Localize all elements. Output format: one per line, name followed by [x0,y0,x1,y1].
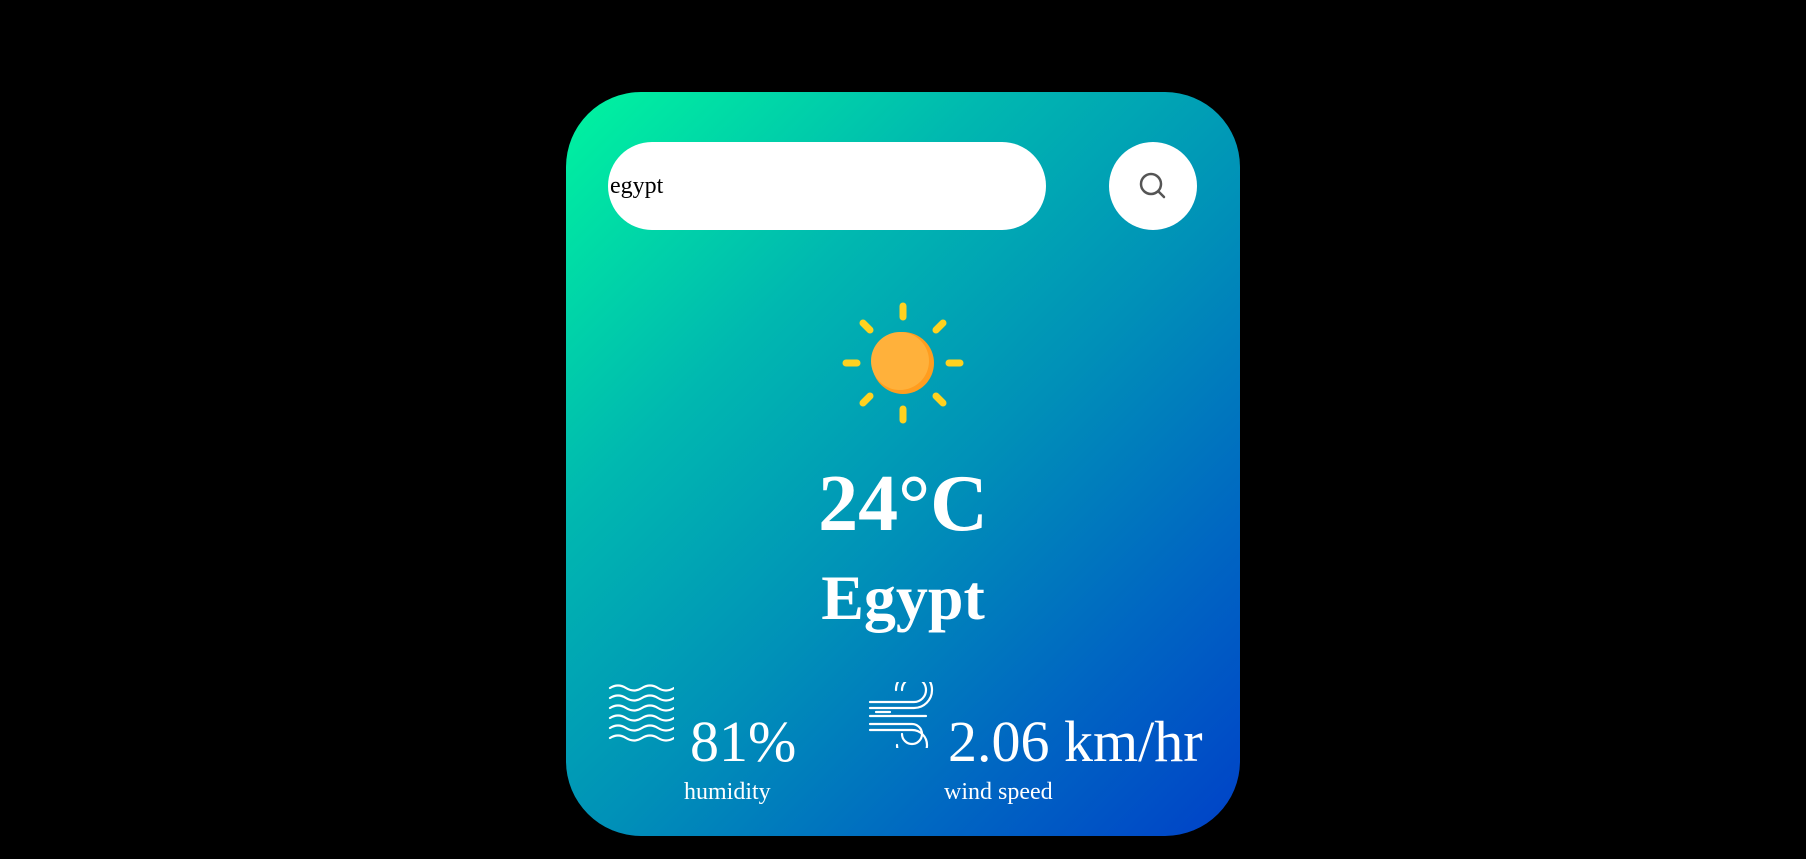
humidity-value: 81% [690,709,797,774]
search-icon [1139,172,1166,199]
wind-value: 2.06 km/hr [948,709,1203,774]
search-input[interactable] [608,142,1046,230]
search-button[interactable] [1109,142,1197,230]
city-name: Egypt [821,562,985,633]
humidity-detail: 81% humidity [608,682,808,805]
waves-icon [608,684,674,742]
wind-label: wind speed [944,779,1053,805]
temperature: 24°C [818,460,988,548]
sun-icon [842,302,964,424]
weather-card: 24°C Egypt 81% humidity [566,92,1240,836]
wind-detail: 2.06 km/hr wind speed [868,682,1208,805]
wind-icon [868,682,934,748]
humidity-label: humidity [684,779,771,805]
